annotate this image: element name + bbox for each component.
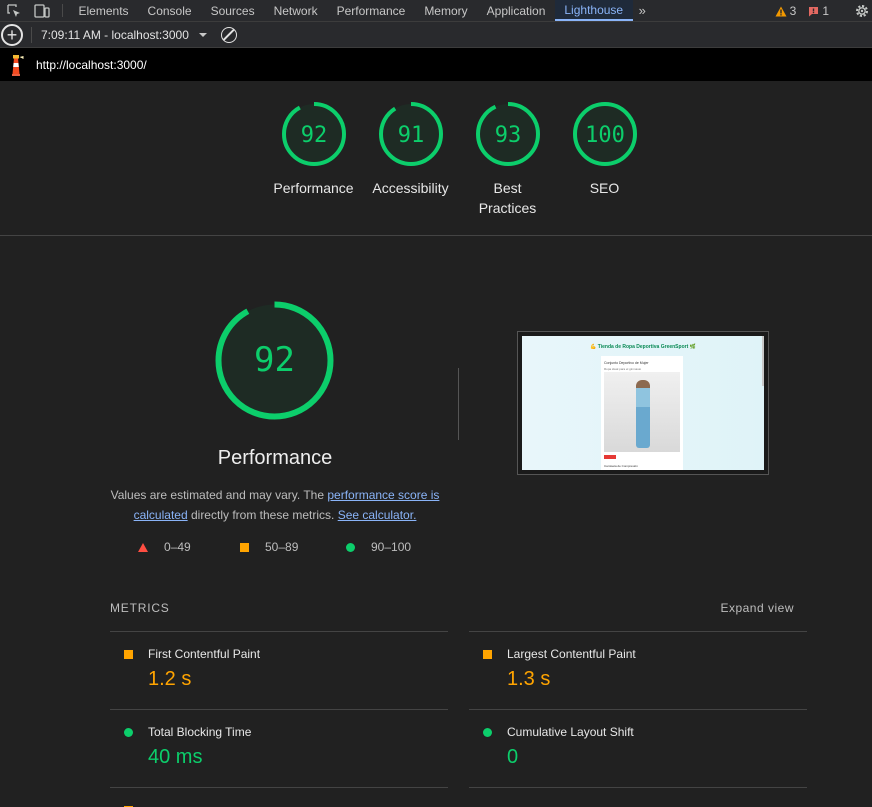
tab-elements[interactable]: Elements xyxy=(69,0,138,21)
devtools-status-area: 3 1 xyxy=(775,0,872,22)
screenshot-product-photo xyxy=(604,372,680,452)
fail-triangle-icon xyxy=(138,542,148,552)
gauge-score: 100 xyxy=(585,123,625,148)
screenshot-image: 💪 Tienda de Ropa Deportiva GreenSport 🌿 … xyxy=(522,336,764,470)
metric-value: 40 ms xyxy=(148,746,203,768)
metric-largest-contentful-paint: Largest Contentful Paint 1.3 s xyxy=(469,631,807,709)
metric-row-partial xyxy=(110,787,448,807)
screenshot-card-footer: Camiseta de Compresión xyxy=(604,464,638,468)
legend-average: 50–89 xyxy=(240,540,298,554)
gauge-label: Performance xyxy=(273,180,354,196)
screenshot-card-title: Conjunto Deportivo de Mujer xyxy=(604,361,649,365)
more-tabs-icon[interactable]: » xyxy=(633,0,652,21)
gauge-accessibility[interactable]: 91 Accessibility xyxy=(362,101,459,198)
report-selector[interactable]: 7:09:11 AM - localhost:3000 xyxy=(41,28,207,42)
legend-average-label: 50–89 xyxy=(265,540,299,554)
lighthouse-toolbar: + 7:09:11 AM - localhost:3000 xyxy=(0,22,872,48)
see-calculator-link[interactable]: See calculator. xyxy=(338,508,417,522)
gauge-score: 93 xyxy=(494,123,521,148)
chevron-down-icon xyxy=(198,32,207,37)
report-url[interactable]: http://localhost:3000/ xyxy=(36,58,147,72)
metric-row-partial xyxy=(469,787,807,807)
performance-big-gauge: 92 xyxy=(215,301,334,420)
desc-text: Values are estimated and may vary. The xyxy=(110,488,328,502)
pass-circle-icon xyxy=(124,728,133,737)
gauge-performance[interactable]: 92 Performance xyxy=(265,101,362,198)
section-divider xyxy=(458,368,459,440)
gauge-label: SEO xyxy=(589,180,620,196)
legend-fail-label: 0–49 xyxy=(164,540,191,554)
legend-pass-label: 90–100 xyxy=(371,540,412,554)
performance-score: 92 xyxy=(254,340,295,380)
clear-all-icon[interactable] xyxy=(220,26,237,43)
metric-name: Largest Contentful Paint xyxy=(507,647,636,661)
settings-gear-icon[interactable] xyxy=(854,3,870,19)
device-toolbar-icon[interactable] xyxy=(28,0,56,21)
screenshot-buy-button xyxy=(604,455,616,459)
gauge-label: Accessibility xyxy=(372,180,449,196)
gauge-ring: 92 xyxy=(281,102,346,166)
average-square-icon xyxy=(483,650,492,659)
screenshot-model-figure xyxy=(636,380,650,448)
new-report-plus-icon[interactable]: + xyxy=(1,23,23,46)
toolbar-separator xyxy=(31,26,32,43)
performance-title: Performance xyxy=(217,447,333,469)
gauge-ring: 93 xyxy=(475,102,540,166)
screenshot-product-card: Conjunto Deportivo de Mujer Ropa ideal p… xyxy=(601,356,683,470)
average-square-icon xyxy=(240,542,249,552)
screenshot-card-subtitle: Ropa ideal para el gimnasio xyxy=(604,367,642,371)
errors-counter[interactable]: 1 xyxy=(808,4,829,18)
gauge-seo[interactable]: 100 SEO xyxy=(556,101,653,198)
legend-pass: 90–100 xyxy=(346,540,411,554)
gauge-ring: 91 xyxy=(378,102,443,166)
metric-cumulative-layout-shift: Cumulative Layout Shift 0 xyxy=(469,709,807,787)
legend-fail: 0–49 xyxy=(138,540,191,554)
lighthouse-logo-icon xyxy=(12,54,24,76)
tab-sources[interactable]: Sources xyxy=(201,0,264,21)
gauge-best-practices[interactable]: 93 Best Practices xyxy=(459,101,556,218)
devtools-tab-bar: Elements Console Sources Network Perform… xyxy=(0,0,872,22)
gauge-label: Best Practices xyxy=(478,180,537,216)
final-screenshot[interactable]: 💪 Tienda de Ropa Deportiva GreenSport 🌿 … xyxy=(517,331,769,475)
gauge-ring: 100 xyxy=(572,102,637,166)
report-selector-label: 7:09:11 AM - localhost:3000 xyxy=(41,27,189,42)
warnings-count: 3 xyxy=(789,4,797,18)
average-square-icon xyxy=(124,650,133,659)
metrics-title: METRICS xyxy=(110,601,170,615)
tab-network[interactable]: Network xyxy=(264,0,327,21)
tab-memory[interactable]: Memory xyxy=(415,0,477,21)
metric-name: First Contentful Paint xyxy=(148,647,261,661)
metric-name: Cumulative Layout Shift xyxy=(507,725,634,739)
metric-total-blocking-time: Total Blocking Time 40 ms xyxy=(110,709,448,787)
score-legend: 0–49 50–89 90–100 xyxy=(138,540,438,558)
pass-circle-icon xyxy=(346,542,355,552)
gauge-score: 92 xyxy=(300,123,327,148)
metric-value: 1.3 s xyxy=(507,668,551,690)
warning-icon xyxy=(775,6,787,16)
inspect-element-icon[interactable] xyxy=(0,0,28,21)
pass-circle-icon xyxy=(483,728,492,737)
tab-console[interactable]: Console xyxy=(138,0,201,21)
metric-value: 0 xyxy=(507,746,519,768)
desc-text: directly from these metrics. xyxy=(187,508,338,522)
tab-lighthouse[interactable]: Lighthouse xyxy=(554,0,633,21)
screenshot-heading: 💪 Tienda de Ropa Deportiva GreenSport 🌿 xyxy=(590,344,696,350)
performance-description: Values are estimated and may vary. The p… xyxy=(110,485,440,525)
tab-performance[interactable]: Performance xyxy=(327,0,415,21)
category-gauges: 92 Performance 91 Accessibility 93 Best … xyxy=(0,81,872,236)
metrics-header: METRICS Expand view xyxy=(110,601,807,617)
warnings-counter[interactable]: 3 xyxy=(775,4,797,18)
gauge-score: 91 xyxy=(397,123,424,148)
metric-first-contentful-paint: First Contentful Paint 1.2 s xyxy=(110,631,448,709)
expand-view-toggle[interactable]: Expand view xyxy=(720,601,794,615)
metric-value: 1.2 s xyxy=(148,668,192,690)
tab-application[interactable]: Application xyxy=(477,0,555,21)
screenshot-scrollbar xyxy=(762,336,764,386)
metric-name: Total Blocking Time xyxy=(148,725,252,739)
errors-count: 1 xyxy=(822,4,829,18)
tab-separator xyxy=(62,4,63,17)
report-url-bar: http://localhost:3000/ xyxy=(0,48,872,81)
error-message-icon xyxy=(809,6,819,16)
